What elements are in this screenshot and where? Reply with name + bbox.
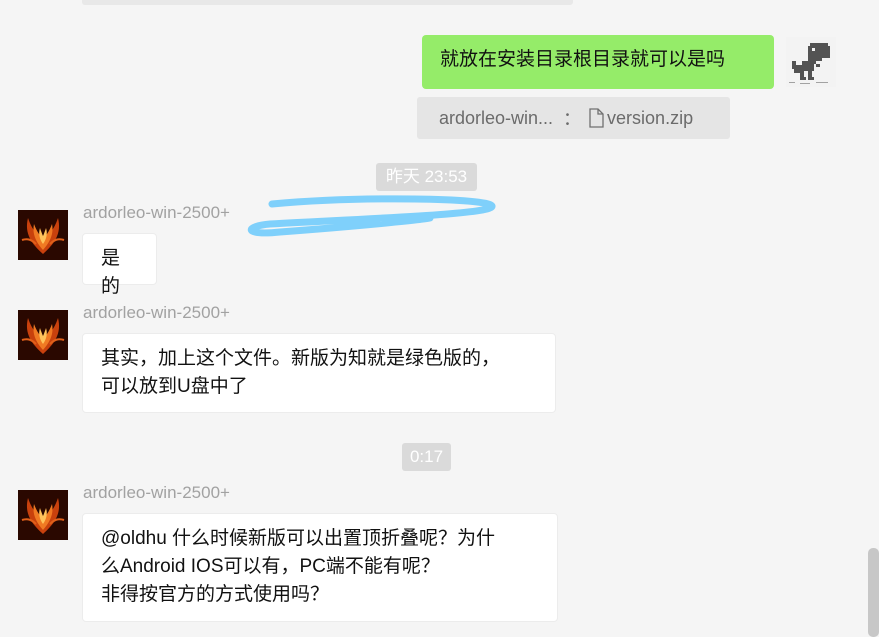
quote-sender: ardorleo-win... bbox=[439, 107, 554, 128]
vertical-scrollbar[interactable] bbox=[868, 548, 879, 637]
fire-phoenix-icon bbox=[18, 210, 68, 260]
peer-message-bubble[interactable]: 其实，加上这个文件。新版为知就是绿色版的， 可以放到U盘中了 bbox=[82, 333, 556, 413]
fire-phoenix-icon bbox=[18, 310, 68, 360]
message-line: 其实，加上这个文件。新版为知就是绿色版的， bbox=[101, 348, 501, 369]
timestamp: 昨天 23:53 bbox=[376, 163, 477, 191]
peer-avatar[interactable] bbox=[18, 310, 68, 360]
pixel-dinosaur-icon bbox=[786, 37, 836, 87]
self-message-text: 就放在安装目录根目录就可以是吗 bbox=[440, 49, 726, 70]
message-line: @oldhu 什么时候新版可以出置顶折叠呢？为什 bbox=[101, 528, 496, 549]
sender-name: ardorleo-win-2500+ bbox=[83, 203, 230, 222]
quote-file-name: version.zip bbox=[607, 107, 694, 128]
peer-avatar[interactable] bbox=[18, 210, 68, 260]
peer-message-bubble[interactable]: @oldhu 什么时候新版可以出置顶折叠呢？为什 么Android IOS可以有… bbox=[82, 513, 558, 622]
message-line: 可以放到U盘中了 bbox=[101, 376, 248, 397]
peer-avatar[interactable] bbox=[18, 490, 68, 540]
previous-message-bubble-edge bbox=[82, 0, 573, 5]
timestamp: 0:17 bbox=[402, 443, 451, 471]
message-line: 么Android IOS可以有，PC端不能有呢？ bbox=[101, 556, 440, 577]
sender-name: ardorleo-win-2500+ bbox=[83, 483, 230, 502]
redaction-scribble bbox=[247, 195, 496, 237]
document-file-icon bbox=[589, 108, 604, 128]
message-line: 非得按官方的方式使用吗？ bbox=[101, 584, 330, 605]
fire-phoenix-icon bbox=[18, 490, 68, 540]
sender-name: ardorleo-win-2500+ bbox=[83, 303, 230, 322]
message-text: 是的 bbox=[101, 248, 121, 297]
self-avatar[interactable] bbox=[786, 37, 836, 87]
quote-separator: ： bbox=[563, 109, 582, 129]
self-message-bubble[interactable]: 就放在安装目录根目录就可以是吗 bbox=[422, 35, 774, 89]
quoted-file-reference[interactable]: ardorleo-win... ： version.zip bbox=[417, 97, 730, 139]
peer-message-bubble[interactable]: 是的 bbox=[82, 233, 157, 297]
